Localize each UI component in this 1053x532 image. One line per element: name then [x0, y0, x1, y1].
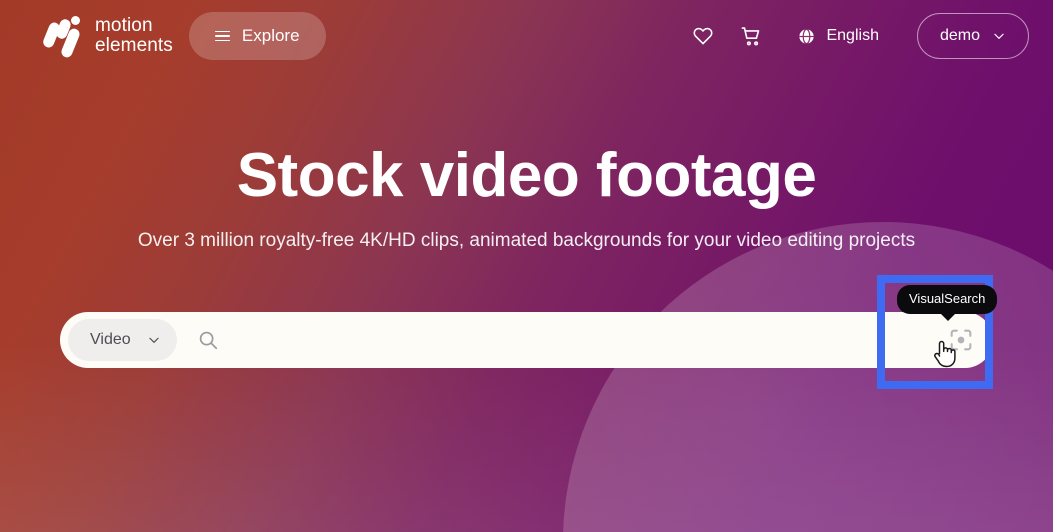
- chevron-down-icon: [994, 33, 1004, 39]
- logo-line-1: motion: [95, 15, 153, 36]
- page-title: Stock video footage: [236, 141, 817, 210]
- favorites-button[interactable]: [692, 25, 714, 47]
- logo-text: motion elements: [95, 16, 173, 56]
- language-selector[interactable]: English: [797, 27, 879, 46]
- header-actions: English demo: [692, 13, 1029, 59]
- shopping-cart-icon: [742, 26, 760, 45]
- media-type-label: Video: [90, 331, 131, 348]
- page-root: motion elements Explore English demo Sto…: [0, 0, 1053, 532]
- heart-icon: [693, 27, 713, 45]
- account-menu-button[interactable]: demo: [916, 13, 1029, 59]
- tooltip: VisualSearch: [897, 285, 998, 321]
- language-label: English: [826, 27, 879, 44]
- hamburger-icon: [214, 30, 230, 42]
- search-section: Video: [60, 312, 993, 368]
- bottom-gradient-overlay: [0, 342, 1053, 532]
- account-label: demo: [939, 27, 980, 44]
- chevron-down-icon: [148, 337, 159, 343]
- search-icon: [199, 331, 217, 350]
- explore-button[interactable]: Explore: [188, 12, 326, 60]
- globe-icon: [799, 28, 815, 44]
- search-input[interactable]: [218, 312, 935, 368]
- explore-button-label: Explore: [241, 26, 300, 45]
- page-subtitle: Over 3 million royalty-free 4K/HD clips,…: [137, 230, 916, 251]
- search-icon-container: [197, 329, 219, 351]
- hero-section: Stock video footage Over 3 million royal…: [0, 140, 1053, 254]
- logo[interactable]: motion elements: [41, 13, 173, 59]
- site-header: motion elements Explore English demo: [0, 0, 1053, 72]
- media-type-dropdown[interactable]: Video: [68, 319, 177, 361]
- logo-line-2: elements: [95, 35, 173, 56]
- visual-search-scan-icon: [950, 329, 972, 351]
- search-bar: Video: [60, 312, 993, 368]
- motionelements-logo-mark-icon: [41, 13, 86, 59]
- visual-search-button[interactable]: [935, 314, 987, 366]
- cart-button[interactable]: [740, 25, 763, 48]
- decorative-circle: [563, 222, 1053, 532]
